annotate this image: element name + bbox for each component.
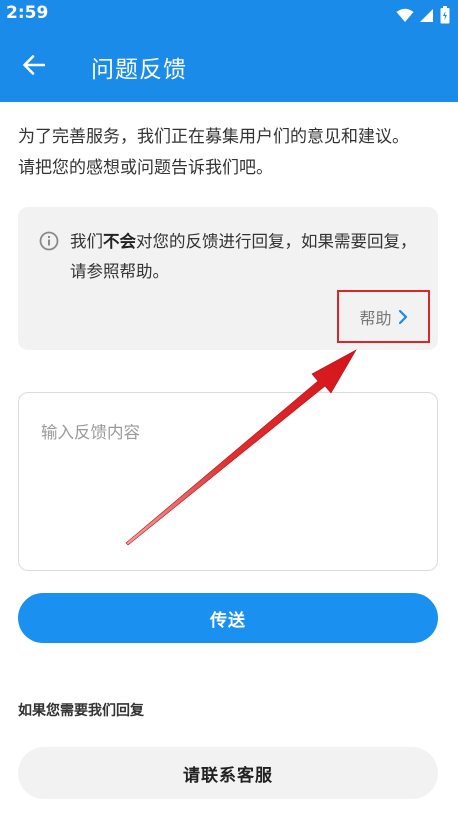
battery-icon [440,6,450,24]
status-bar: 2:59 [0,0,458,29]
back-button[interactable] [12,43,56,87]
signal-icon [420,8,433,22]
app-bar: 问题反馈 [0,29,458,102]
page-title: 问题反馈 [91,57,187,83]
intro-line-2: 请把您的感想或问题告诉我们吧。 [18,158,273,178]
feedback-input[interactable] [39,417,423,551]
status-icons [396,5,450,25]
help-label: 帮助 [359,308,392,328]
wifi-icon [396,8,414,22]
notice-text-bold: 不会 [103,232,136,251]
info-icon [39,231,59,251]
notice-text-before: 我们 [70,232,103,251]
help-link[interactable]: 帮助 [337,290,430,343]
status-time: 2:59 [6,3,49,23]
arrow-left-icon [23,55,45,75]
contact-support-button[interactable]: 请联系客服 [18,747,438,799]
feedback-box [18,392,438,571]
intro-line-1: 为了完善服务，我们正在募集用户们的意见和建议。 [18,127,409,147]
chevron-right-icon [398,309,407,324]
intro-text: 为了完善服务，我们正在募集用户们的意见和建议。 请把您的感想或问题告诉我们吧。 [18,122,443,184]
send-button[interactable]: 传送 [18,593,438,643]
reply-heading: 如果您需要我们回复 [18,703,144,719]
notice-text: 我们不会对您的反馈进行回复，如果需要回复，请参照帮助。 [70,227,420,287]
